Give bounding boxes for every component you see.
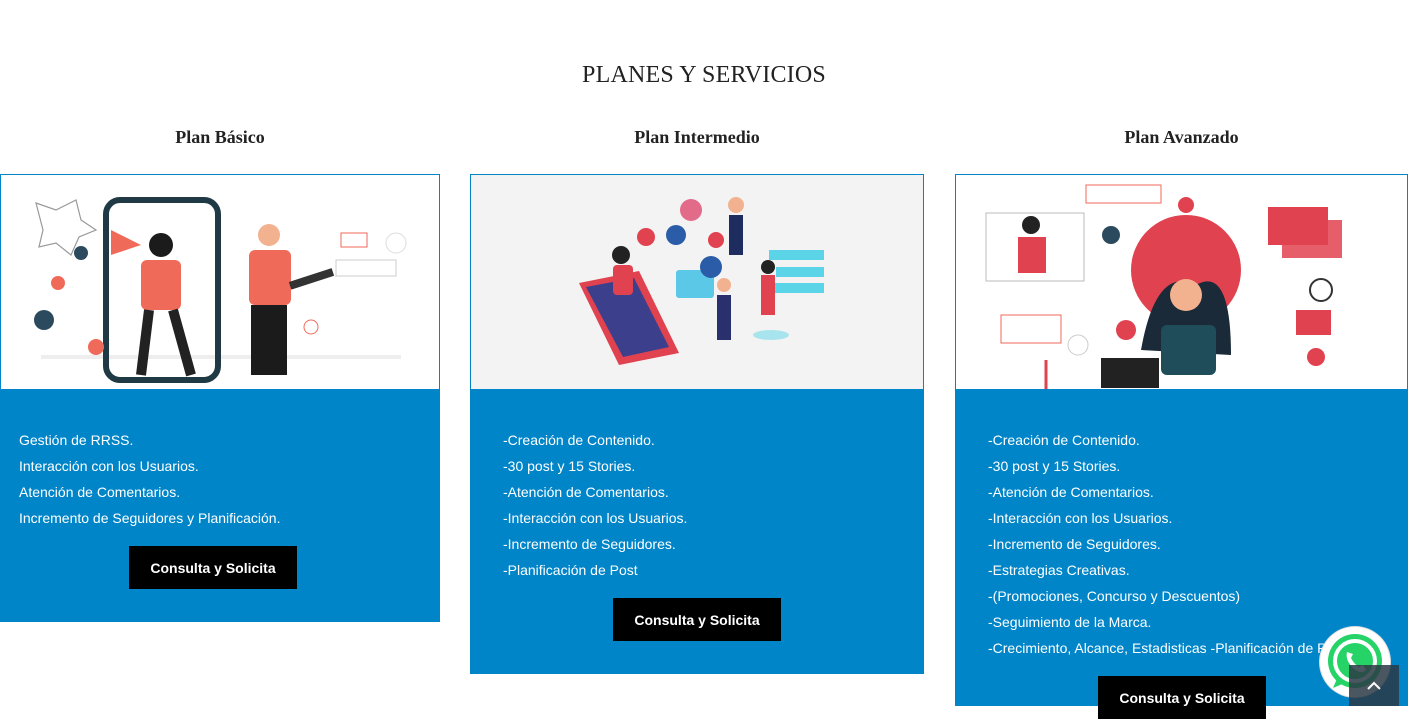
scroll-top-button[interactable]	[1349, 665, 1399, 706]
feature-item: -Interacción con los Usuarios.	[988, 510, 1173, 526]
chevron-up-icon	[1367, 681, 1381, 690]
plan-basico-illustration	[0, 174, 440, 389]
plan-intermedio-card: -Creación de Contenido. -30 post y 15 St…	[470, 174, 924, 674]
plan-avanzado-consulta-button[interactable]: Consulta y Solicita	[1098, 676, 1266, 719]
feature-item: Incremento de Seguidores y Planificación…	[19, 510, 281, 526]
plan-avanzado-illustration	[955, 174, 1408, 389]
feature-item: -30 post y 15 Stories.	[988, 458, 1121, 474]
feature-item: -Atención de Comentarios.	[503, 484, 669, 500]
feature-item: -(Promociones, Concurso y Descuentos)	[988, 588, 1241, 604]
feature-item: -Seguimiento de la Marca.	[988, 614, 1152, 630]
section-title: PLANES Y SERVICIOS	[582, 62, 826, 88]
plan-basico-card: Gestión de RRSS. Interacción con los Usu…	[0, 174, 440, 622]
feature-item: -Estrategias Creativas.	[988, 562, 1130, 578]
feature-item: Atención de Comentarios.	[19, 484, 181, 500]
plan-intermedio-features: -Creación de Contenido. -30 post y 15 St…	[503, 427, 687, 583]
feature-item: -Interacción con los Usuarios.	[503, 510, 688, 526]
feature-item: -Incremento de Seguidores.	[503, 536, 676, 552]
plan-intermedio-title: Plan Intermedio	[634, 127, 760, 147]
plan-intermedio-illustration	[470, 174, 924, 389]
plan-avanzado-features: -Creación de Contenido. -30 post y 15 St…	[988, 427, 1345, 661]
feature-item: -Planificación de Post	[503, 562, 638, 578]
feature-item: Gestión de RRSS.	[19, 432, 134, 448]
plan-intermedio-body: -Creación de Contenido. -30 post y 15 St…	[470, 389, 924, 674]
feature-item: -Atención de Comentarios.	[988, 484, 1154, 500]
feature-item: -30 post y 15 Stories.	[503, 458, 636, 474]
plan-intermedio-consulta-button[interactable]: Consulta y Solicita	[613, 598, 781, 641]
plan-basico-consulta-button[interactable]: Consulta y Solicita	[129, 546, 297, 589]
plan-basico-body: Gestión de RRSS. Interacción con los Usu…	[0, 389, 440, 622]
plan-avanzado-title: Plan Avanzado	[1124, 127, 1239, 147]
plan-basico-title: Plan Básico	[175, 127, 265, 147]
feature-item: Interacción con los Usuarios.	[19, 458, 199, 474]
feature-item: -Creación de Contenido.	[503, 432, 655, 448]
feature-item: -Creación de Contenido.	[988, 432, 1140, 448]
feature-item: -Crecimiento, Alcance, Estadisticas -Pla…	[988, 640, 1346, 656]
plan-avanzado-card: -Creación de Contenido. -30 post y 15 St…	[955, 174, 1408, 719]
plan-basico-features: Gestión de RRSS. Interacción con los Usu…	[19, 427, 280, 531]
feature-item: -Incremento de Seguidores.	[988, 536, 1161, 552]
